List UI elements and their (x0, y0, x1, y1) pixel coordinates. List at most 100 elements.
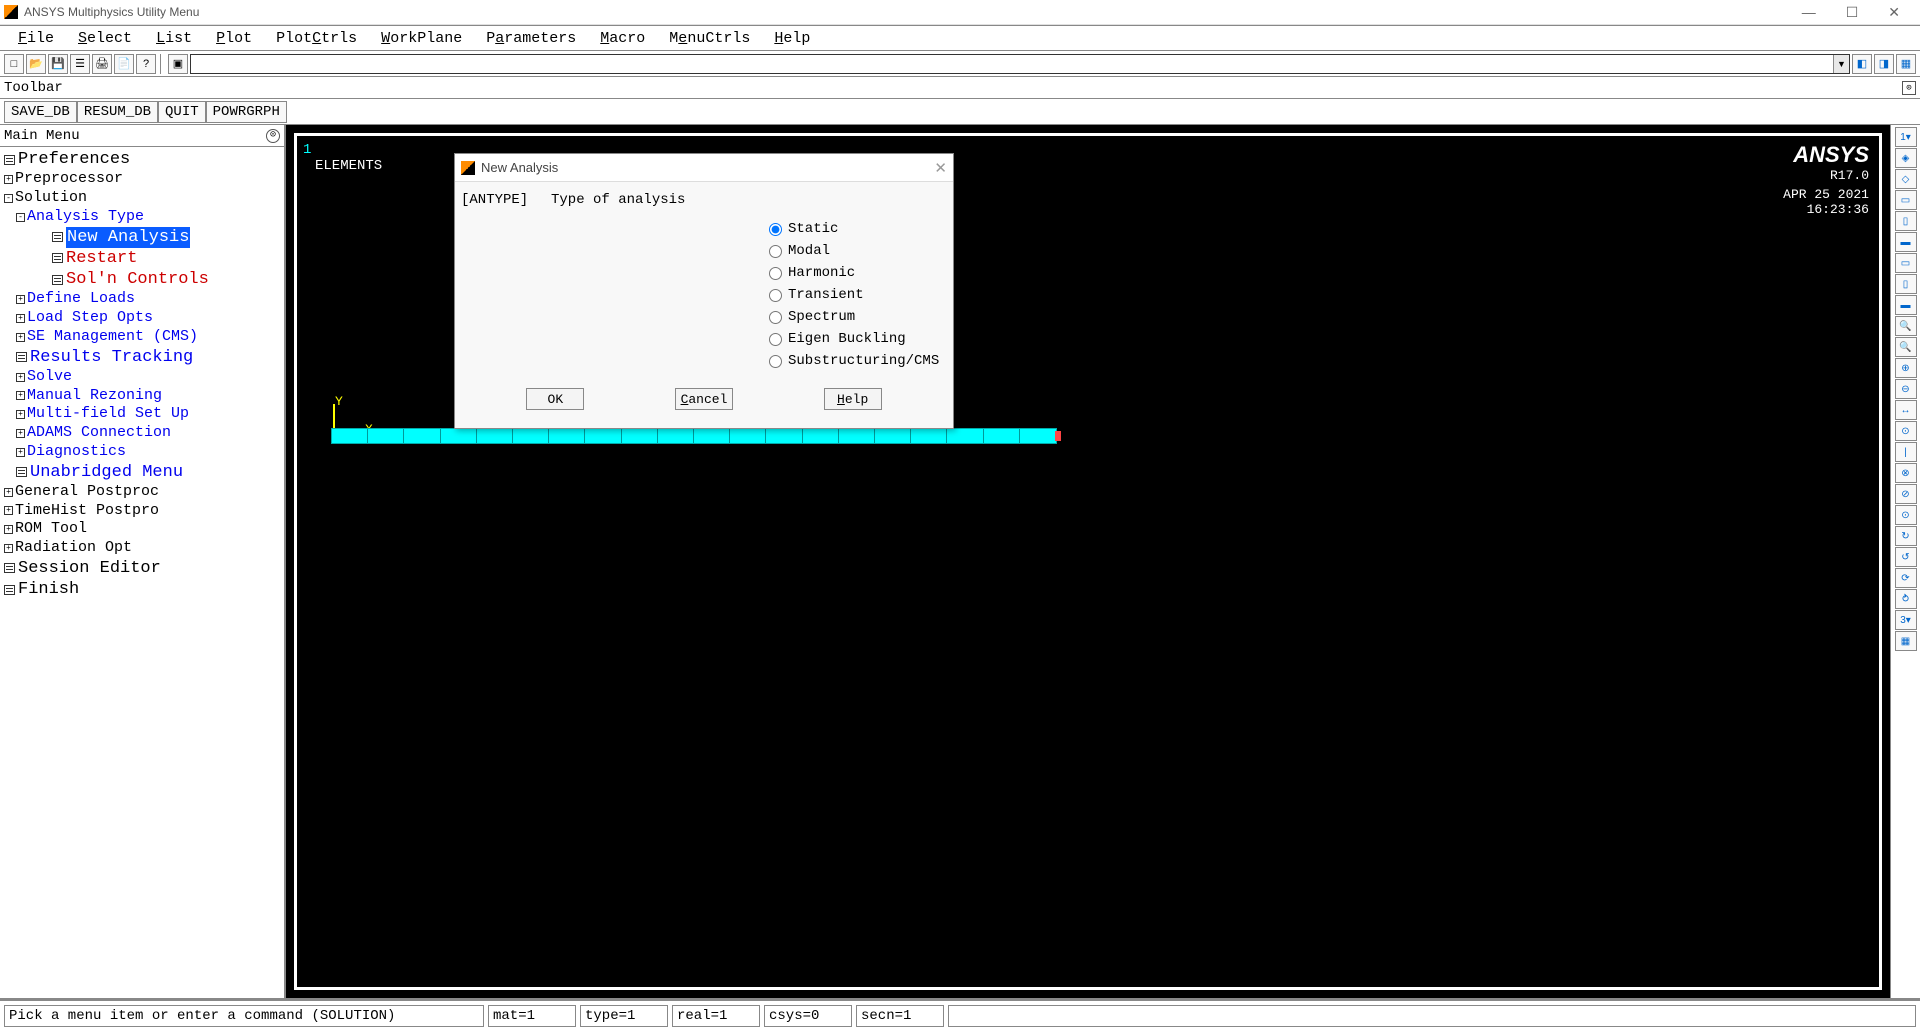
menu-list[interactable]: List (144, 28, 204, 49)
close-button[interactable]: ✕ (1882, 4, 1906, 21)
chevron-down-icon[interactable]: ▼ (1833, 55, 1849, 73)
tree-adams[interactable]: +ADAMS Connection (2, 424, 282, 443)
menu-file[interactable]: File (6, 28, 66, 49)
menu-parameters[interactable]: Parameters (474, 28, 588, 49)
oblique-view-icon[interactable]: ◇ (1895, 169, 1917, 189)
menu-select[interactable]: Select (66, 28, 144, 49)
rotate-x-icon[interactable]: ⊗ (1895, 463, 1917, 483)
dynamic-mode-icon[interactable]: ⥁ (1895, 589, 1917, 609)
top-view-icon[interactable]: ▬ (1895, 232, 1917, 252)
tree-general-postproc[interactable]: +General Postproc (2, 483, 282, 502)
opt-harmonic[interactable]: Harmonic (769, 262, 947, 284)
zoom-back-icon[interactable]: 🔍 (1895, 337, 1917, 357)
opt-static[interactable]: Static (769, 218, 947, 240)
main-menu-tree[interactable]: Preferences +Preprocessor -Solution -Ana… (0, 147, 284, 998)
tree-multi-field[interactable]: +Multi-field Set Up (2, 405, 282, 424)
help-icon[interactable]: ? (136, 54, 156, 74)
window-layout-selector[interactable]: 1▾ (1895, 127, 1917, 147)
tree-timehist-postpro[interactable]: +TimeHist Postpro (2, 502, 282, 521)
save-db-button[interactable]: SAVE_DB (4, 101, 77, 123)
bottom-view-icon[interactable]: ▬ (1895, 295, 1917, 315)
fit-view-icon[interactable]: ▦ (1895, 631, 1917, 651)
menu-menuctrls[interactable]: MenuCtrls (657, 28, 762, 49)
rate-selector[interactable]: 3▾ (1895, 610, 1917, 630)
menu-plot[interactable]: Plot (204, 28, 264, 49)
new-file-icon[interactable]: □ (4, 54, 24, 74)
tree-unabridged[interactable]: Unabridged Menu (2, 462, 282, 483)
opt-modal[interactable]: Modal (769, 240, 947, 262)
tree-soln-controls[interactable]: Sol'n Controls (2, 269, 282, 290)
command-combo-input[interactable] (191, 55, 1833, 73)
dialog-help-button[interactable]: Help (824, 388, 882, 410)
zoom-in-icon[interactable]: ⊕ (1895, 358, 1917, 378)
dynamic-rotate-icon[interactable]: ↻ (1895, 526, 1917, 546)
tree-define-loads[interactable]: +Define Loads (2, 290, 282, 309)
tree-solution[interactable]: -Solution (2, 189, 282, 208)
status-mat: mat=1 (488, 1005, 576, 1027)
print-icon[interactable]: 🖨 (92, 54, 112, 74)
save-file-icon[interactable]: 💾 (48, 54, 68, 74)
main-menu-expand-icon[interactable]: ⊙ (266, 129, 280, 143)
brand-overlay: ANSYS R17.0 APR 25 2021 16:23:36 (1783, 142, 1869, 217)
dynamic-pan-icon[interactable]: ↺ (1895, 547, 1917, 567)
pan-left-right-icon[interactable]: ↔ (1895, 400, 1917, 420)
dialog-cancel-button[interactable]: Cancel (675, 388, 733, 410)
dialog-titlebar[interactable]: New Analysis ✕ (455, 154, 953, 182)
tbutil-1-icon[interactable]: ◧ (1852, 54, 1872, 74)
tree-load-step-opts[interactable]: +Load Step Opts (2, 309, 282, 328)
back-view-icon[interactable]: ▭ (1895, 253, 1917, 273)
rotate-y-icon[interactable]: ⊘ (1895, 484, 1917, 504)
dialog-close-icon[interactable]: ✕ (934, 159, 947, 177)
pan-center-icon[interactable]: ⊙ (1895, 421, 1917, 441)
toolbar-expand-icon[interactable]: ⊙ (1902, 81, 1916, 95)
tree-analysis-type[interactable]: -Analysis Type (2, 208, 282, 227)
menu-workplane[interactable]: WorkPlane (369, 28, 474, 49)
tree-results-tracking[interactable]: Results Tracking (2, 347, 282, 368)
menu-plotctrls[interactable]: PlotCtrls (264, 28, 369, 49)
dialog-ok-button[interactable]: OK (526, 388, 584, 410)
panzoom-icon[interactable]: ☰ (70, 54, 90, 74)
opt-eigen-buckling[interactable]: Eigen Buckling (769, 328, 947, 350)
tree-rom-tool[interactable]: +ROM Tool (2, 520, 282, 539)
tbutil-2-icon[interactable]: ◨ (1874, 54, 1894, 74)
opt-spectrum[interactable]: Spectrum (769, 306, 947, 328)
tree-preprocessor[interactable]: +Preprocessor (2, 170, 282, 189)
command-combo[interactable]: ▼ (190, 54, 1850, 74)
dynamic-zoom-icon[interactable]: ⟳ (1895, 568, 1917, 588)
menu-help[interactable]: Help (762, 28, 822, 49)
front-view-icon[interactable]: ▭ (1895, 190, 1917, 210)
tree-finish[interactable]: Finish (2, 579, 282, 600)
version-label: R17.0 (1783, 168, 1869, 183)
iso-view-icon[interactable]: ◈ (1895, 148, 1917, 168)
tree-session-editor[interactable]: Session Editor (2, 558, 282, 579)
opt-substructuring[interactable]: Substructuring/CMS (769, 350, 947, 372)
report-icon[interactable]: 📄 (114, 54, 134, 74)
left-view-icon[interactable]: ▯ (1895, 274, 1917, 294)
minimize-button[interactable]: — (1796, 4, 1822, 21)
rotate-z-icon[interactable]: ⊙ (1895, 505, 1917, 525)
tree-solve[interactable]: +Solve (2, 368, 282, 387)
window-titlebar: ANSYS Multiphysics Utility Menu — ☐ ✕ (0, 0, 1920, 25)
menu-macro[interactable]: Macro (588, 28, 657, 49)
tree-diagnostics[interactable]: +Diagnostics (2, 443, 282, 462)
tbutil-3-icon[interactable]: ▦ (1896, 54, 1916, 74)
tree-radiation-opt[interactable]: +Radiation Opt (2, 539, 282, 558)
maximize-button[interactable]: ☐ (1840, 4, 1865, 21)
zoom-out-icon[interactable]: ⊖ (1895, 379, 1917, 399)
opt-transient[interactable]: Transient (769, 284, 947, 306)
rotate-icon[interactable]: | (1895, 442, 1917, 462)
command-prompt[interactable]: Pick a menu item or enter a command (SOL… (4, 1005, 484, 1027)
y-axis-icon (333, 404, 335, 428)
tree-preferences[interactable]: Preferences (2, 149, 282, 170)
tree-se-management[interactable]: +SE Management (CMS) (2, 328, 282, 347)
open-file-icon[interactable]: 📂 (26, 54, 46, 74)
tree-new-analysis[interactable]: New Analysis (2, 227, 282, 248)
quit-button[interactable]: QUIT (158, 101, 206, 123)
tree-restart[interactable]: Restart (2, 248, 282, 269)
resum-db-button[interactable]: RESUM_DB (77, 101, 158, 123)
raise-icon[interactable]: ▣ (168, 54, 188, 74)
right-view-icon[interactable]: ▯ (1895, 211, 1917, 231)
tree-manual-rezoning[interactable]: +Manual Rezoning (2, 387, 282, 406)
zoom-win-icon[interactable]: 🔍 (1895, 316, 1917, 336)
powrgrph-button[interactable]: POWRGRPH (206, 101, 287, 123)
